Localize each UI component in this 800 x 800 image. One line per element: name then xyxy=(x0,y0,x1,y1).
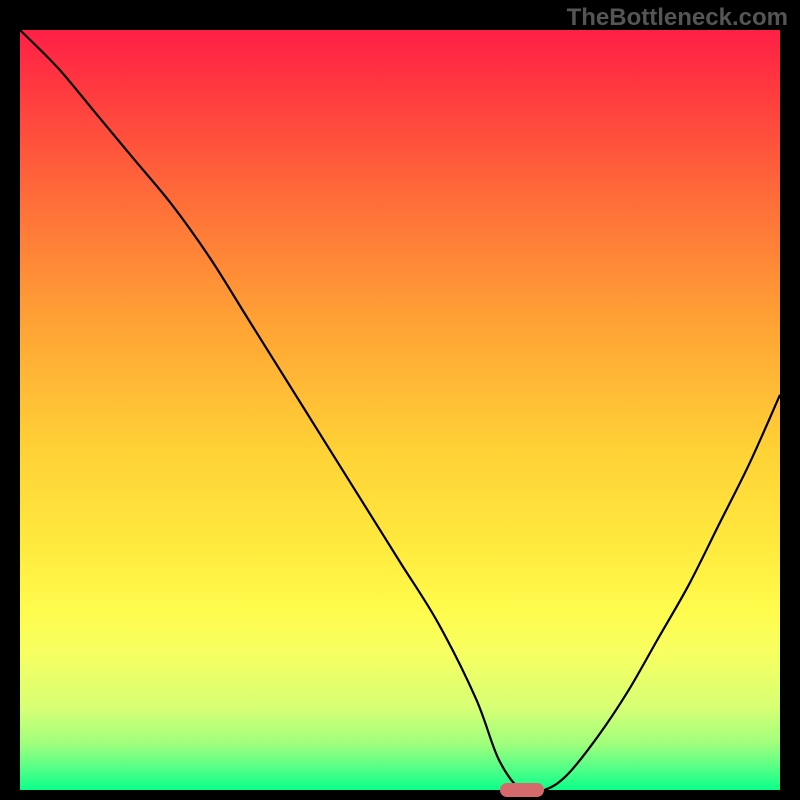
chart-root: TheBottleneck.com xyxy=(0,0,800,800)
watermark-text: TheBottleneck.com xyxy=(567,4,788,32)
optimal-marker xyxy=(500,783,544,797)
bottleneck-curve xyxy=(20,30,780,790)
